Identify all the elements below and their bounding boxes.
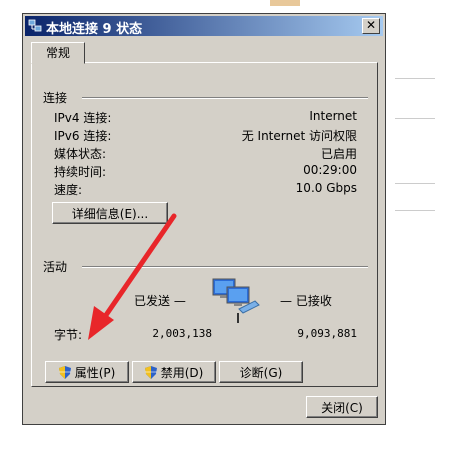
tab-general-label: 常规 [45, 46, 70, 60]
tab-general[interactable]: 常规 [31, 42, 85, 64]
annotation-arrow [88, 213, 177, 340]
